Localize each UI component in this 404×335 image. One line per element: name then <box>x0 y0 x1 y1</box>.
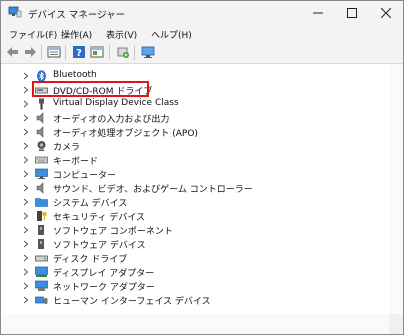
tree-item-label: キーボード <box>53 157 99 167</box>
back-arrow-icon[interactable] <box>6 45 20 59</box>
chevron-right-icon[interactable] <box>21 155 30 165</box>
chevron-right-icon[interactable] <box>21 267 30 277</box>
speaker-icon <box>36 126 44 138</box>
menu-bar: ファイル(F) 操作(A) 表示(V) ヘルプ(H) <box>1 25 403 42</box>
hid-icon <box>35 296 48 304</box>
tree-item-human-interface-devices[interactable]: ヒューマン インターフェイス デバイス <box>1 293 389 307</box>
maximize-button[interactable] <box>335 1 369 25</box>
security-key-icon <box>37 211 47 221</box>
chevron-right-icon[interactable] <box>21 183 30 193</box>
usb-plug-icon <box>39 98 44 110</box>
toolbar-separator <box>109 45 110 60</box>
tree-item-keyboards[interactable]: キーボード <box>1 153 389 167</box>
tree-item-label: コンピューター <box>53 171 117 181</box>
tree-item-label: ディスク ドライブ <box>53 255 128 265</box>
annotation-highlight-box <box>32 81 149 97</box>
tree-item-label: ネットワーク アダプター <box>53 283 155 293</box>
device-manager-app-icon <box>8 6 22 18</box>
disk-drive-icon <box>35 255 48 262</box>
menu-view[interactable]: 表示(V) <box>106 28 137 41</box>
toolbar-separator <box>41 45 42 60</box>
chevron-right-icon[interactable] <box>21 127 30 137</box>
tree-item-label: ディスプレイ アダプター <box>53 269 155 279</box>
toolbar: ? <box>1 42 403 64</box>
close-icon <box>381 8 391 18</box>
vertical-scrollbar[interactable] <box>389 64 403 314</box>
chevron-right-icon[interactable] <box>21 253 30 263</box>
tree-item-label: ヒューマン インターフェイス デバイス <box>53 297 211 307</box>
menu-help[interactable]: ヘルプ(H) <box>151 28 192 41</box>
tree-item-network-adapters[interactable]: ネットワーク アダプター <box>1 279 389 293</box>
tree-item-label: ソフトウェア コンポーネント <box>53 227 173 237</box>
chevron-right-icon[interactable] <box>21 295 30 305</box>
tree-item-cameras[interactable]: カメラ <box>1 139 389 153</box>
chevron-right-icon[interactable] <box>21 211 30 221</box>
forward-arrow-icon[interactable] <box>23 45 37 59</box>
tree-item-software-components[interactable]: ソフトウェア コンポーネント <box>1 223 389 237</box>
computer-icon <box>35 168 48 179</box>
tree-item-security-devices[interactable]: セキュリティ デバイス <box>1 209 389 223</box>
scrollbar-corner <box>389 314 403 334</box>
tree-item-audio-inputs-outputs[interactable]: オーディオの入力および出力 <box>1 111 389 125</box>
chevron-right-icon[interactable] <box>21 281 30 291</box>
show-panel-icon[interactable] <box>90 45 104 59</box>
chevron-right-icon[interactable] <box>21 169 30 179</box>
tree-item-label: Virtual Display Device Class <box>53 98 179 108</box>
device-tree: Bluetooth DVD/CD-ROM ドライブ Virtual Displa… <box>1 64 389 314</box>
chevron-right-icon[interactable] <box>21 71 30 81</box>
display-adapter-icon <box>35 266 48 277</box>
properties-grid-icon[interactable] <box>47 45 61 59</box>
chevron-right-icon[interactable] <box>21 99 30 109</box>
chevron-right-icon[interactable] <box>21 113 30 123</box>
network-adapter-icon <box>35 280 48 291</box>
device-manager-window: デバイス マネージャー ファイル(F) 操作(A) 表示(V) ヘルプ(H) ?… <box>0 0 404 335</box>
menu-file[interactable]: ファイル(F) <box>9 28 57 41</box>
tree-item-disk-drives[interactable]: ディスク ドライブ <box>1 251 389 265</box>
horizontal-scrollbar[interactable] <box>1 314 389 334</box>
help-icon[interactable]: ? <box>72 45 86 59</box>
monitor-icon[interactable] <box>141 45 155 59</box>
tree-item-label: オーディオ処理オブジェクト (APO) <box>53 129 198 139</box>
software-component-icon <box>38 225 44 235</box>
menu-action[interactable]: 操作(A) <box>61 28 92 41</box>
tree-item-software-devices[interactable]: ソフトウェア デバイス <box>1 237 389 251</box>
svg-text:?: ? <box>76 48 82 59</box>
tree-item-label: ソフトウェア デバイス <box>53 241 146 251</box>
chevron-right-icon[interactable] <box>21 239 30 249</box>
speaker-icon <box>36 182 44 194</box>
maximize-icon <box>347 8 357 18</box>
title-bar: デバイス マネージャー <box>1 1 403 25</box>
tree-item-label: セキュリティ デバイス <box>53 213 146 223</box>
chevron-right-icon[interactable] <box>21 225 30 235</box>
chevron-right-icon[interactable] <box>21 197 30 207</box>
tree-item-sound-video-game-controllers[interactable]: サウンド、ビデオ、およびゲーム コントローラー <box>1 181 389 195</box>
scan-hardware-icon[interactable] <box>116 45 130 59</box>
tree-item-computer[interactable]: コンピューター <box>1 167 389 181</box>
tree-item-virtual-display-device-class[interactable]: Virtual Display Device Class <box>1 97 389 111</box>
tree-item-label: システム デバイス <box>53 199 128 209</box>
tree-item-label: カメラ <box>53 143 81 153</box>
tree-item-display-adapters[interactable]: ディスプレイ アダプター <box>1 265 389 279</box>
toolbar-separator <box>65 45 66 60</box>
camera-icon <box>37 141 46 151</box>
window-title: デバイス マネージャー <box>28 10 126 21</box>
chevron-right-icon[interactable] <box>21 85 30 95</box>
tree-item-system-devices[interactable]: システム デバイス <box>1 195 389 209</box>
minimize-icon <box>313 12 323 14</box>
tree-item-label: オーディオの入力および出力 <box>53 115 170 125</box>
close-button[interactable] <box>369 1 403 25</box>
folder-icon <box>35 198 48 207</box>
minimize-button[interactable] <box>301 1 335 25</box>
tree-item-label: サウンド、ビデオ、およびゲーム コントローラー <box>53 185 253 195</box>
toolbar-separator <box>134 45 135 60</box>
software-device-icon <box>38 239 44 249</box>
tree-item-audio-processing-objects[interactable]: オーディオ処理オブジェクト (APO) <box>1 125 389 139</box>
speaker-icon <box>36 112 44 124</box>
keyboard-icon <box>35 156 48 164</box>
chevron-right-icon[interactable] <box>21 141 30 151</box>
tree-item-label: Bluetooth <box>53 70 97 80</box>
